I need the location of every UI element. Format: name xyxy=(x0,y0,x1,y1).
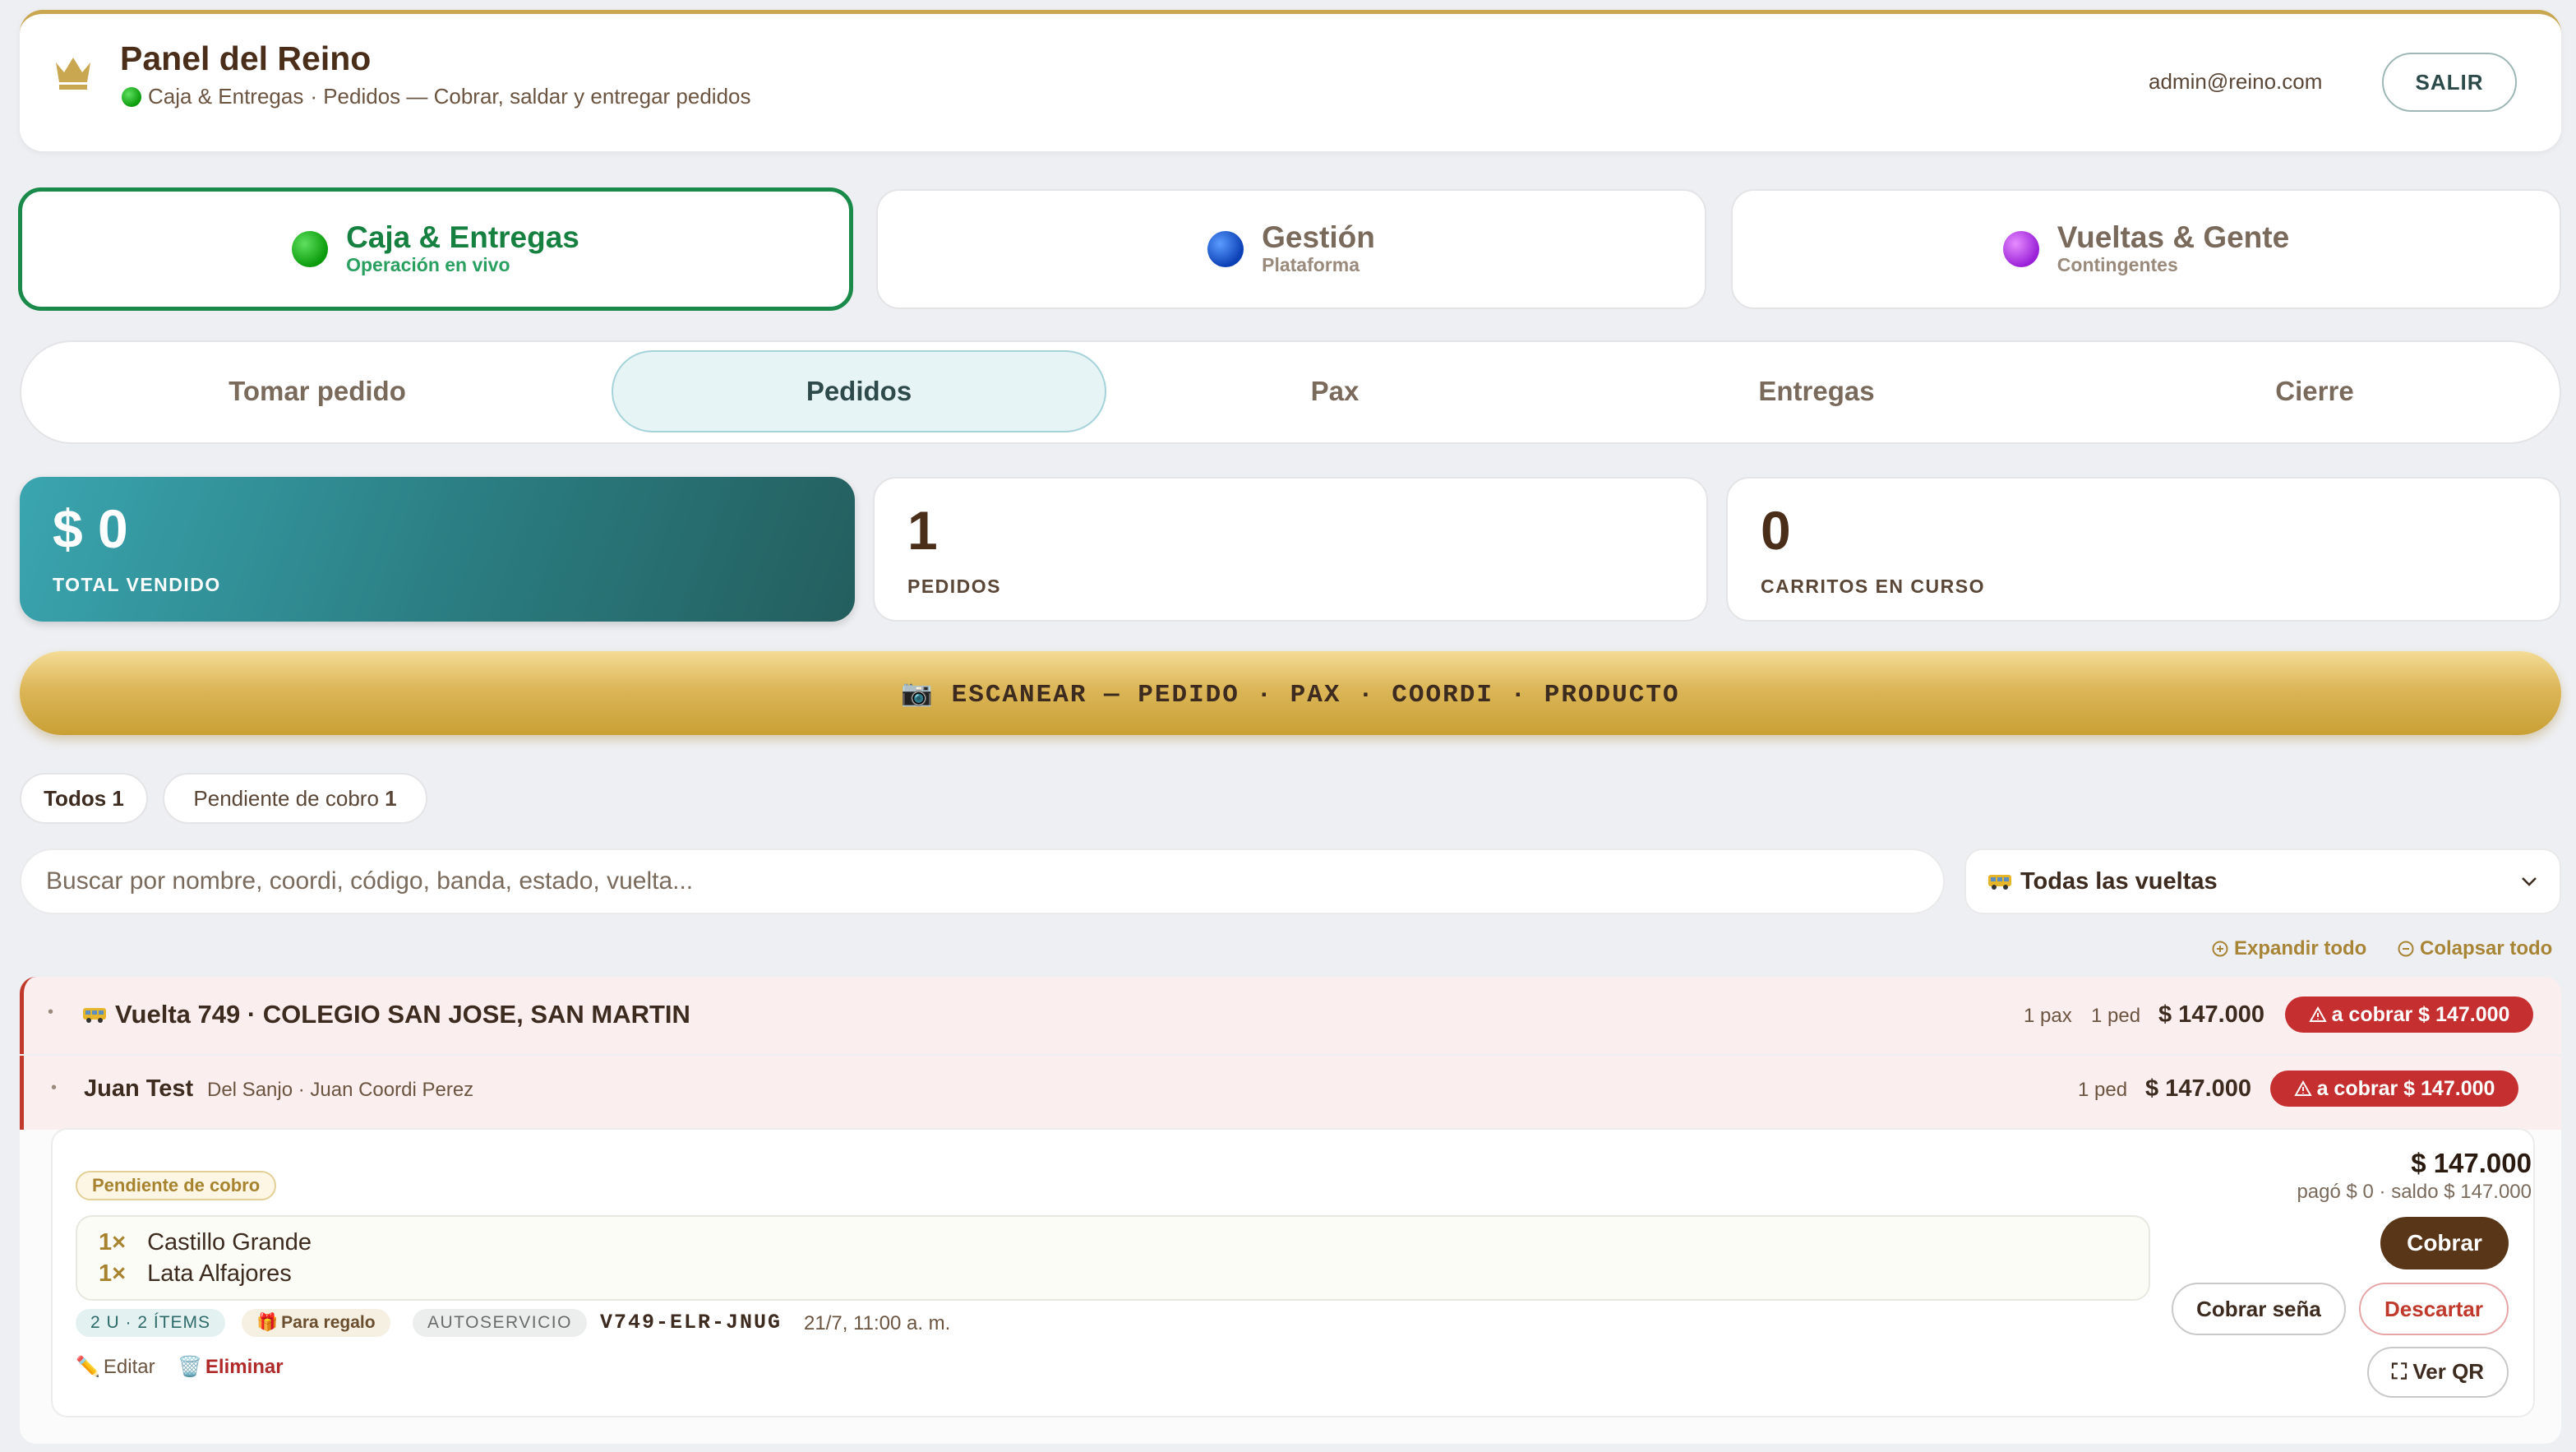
tab-entregas[interactable]: Entregas xyxy=(1570,350,2063,432)
edit-label: Editar xyxy=(103,1355,155,1378)
person-amount: $ 147.000 xyxy=(2145,1075,2252,1102)
module-title: Gestión xyxy=(1262,220,1375,255)
blue-circle-icon xyxy=(1207,231,1244,267)
trip-title: Vuelta 749 · COLEGIO SAN JOSE, SAN MARTI… xyxy=(115,1000,690,1029)
stat-total-sold: $ 0 TOTAL VENDIDO xyxy=(20,477,855,622)
collapse-all-label: Colapsar todo xyxy=(2420,937,2553,960)
stat-carts: 0 CARRITOS EN CURSO xyxy=(1726,477,2561,622)
warning-icon xyxy=(2293,1080,2312,1096)
due-badge-label: a cobrar $ 147.000 xyxy=(2316,1076,2495,1100)
trip-select-value: Todas las vueltas xyxy=(2020,867,2218,895)
crown-icon xyxy=(56,58,90,90)
chip-label: Todos xyxy=(44,785,107,811)
warning-icon xyxy=(2308,1006,2327,1022)
collapse-toggle-icon[interactable]: • xyxy=(48,1003,53,1022)
stat-label: PEDIDOS xyxy=(907,576,1002,597)
bus-icon xyxy=(1988,875,2011,890)
expand-all-label: Expandir todo xyxy=(2234,937,2367,960)
pencil-icon: ✏️ xyxy=(76,1356,100,1378)
stat-value: 0 xyxy=(1761,500,1791,561)
tab-tomar-pedido[interactable]: Tomar pedido xyxy=(71,350,564,432)
charge-deposit-button[interactable]: Cobrar seña xyxy=(2172,1283,2346,1335)
user-email: admin@reino.com xyxy=(2149,69,2323,94)
person-due-badge: a cobrar $ 147.000 xyxy=(2270,1071,2518,1107)
app-subtitle: Caja & Entregas · Pedidos — Cobrar, sald… xyxy=(122,84,751,109)
tab-pax[interactable]: Pax xyxy=(1088,350,1581,432)
delete-link[interactable]: 🗑️ Eliminar xyxy=(178,1355,284,1379)
search-input[interactable] xyxy=(20,849,1945,914)
stat-value: 1 xyxy=(907,500,938,561)
minus-circle-icon xyxy=(2398,941,2414,957)
list-item: 1× Castillo Grande xyxy=(99,1227,2127,1258)
module-title: Vueltas & Gente xyxy=(2057,220,2290,255)
order-amount: $ 147.000 xyxy=(2411,1148,2532,1178)
order-paid-info: pagó $ 0 · saldo $ 147.000 xyxy=(2297,1181,2532,1203)
trip-order-count: 1 ped xyxy=(2091,1005,2141,1027)
qr-scan-icon: ⛶ xyxy=(2391,1359,2407,1384)
person-meta: Del Sanjo · Juan Coordi Perez xyxy=(207,1079,474,1101)
module-subtitle: Contingentes xyxy=(2057,253,2178,275)
plus-circle-icon xyxy=(2212,941,2228,957)
chip-count: 1 xyxy=(385,785,397,811)
tab-cierre[interactable]: Cierre xyxy=(2068,350,2561,432)
app-title: Panel del Reino xyxy=(120,39,372,77)
edit-link[interactable]: ✏️ Editar xyxy=(76,1355,155,1379)
person-name: Juan Test xyxy=(84,1075,194,1102)
purple-circle-icon xyxy=(2002,231,2039,267)
order-code: V749-ELR-JNUG xyxy=(600,1311,782,1334)
expand-all-link[interactable]: Expandir todo xyxy=(2211,937,2366,960)
filter-pending-chip[interactable]: Pendiente de cobro 1 xyxy=(163,773,427,824)
chevron-down-icon xyxy=(2522,877,2537,886)
stat-label: CARRITOS EN CURSO xyxy=(1761,576,1985,597)
item-qty: 1× xyxy=(99,1260,127,1287)
module-caja-entregas[interactable]: Caja & Entregas Operación en vivo xyxy=(18,187,853,311)
trash-icon: 🗑️ xyxy=(178,1356,202,1378)
gift-tag-label: Para regalo xyxy=(281,1313,376,1332)
module-subtitle: Plataforma xyxy=(1262,253,1360,275)
trip-amount: $ 147.000 xyxy=(2158,1001,2265,1028)
chip-label: Pendiente de cobro xyxy=(193,785,379,811)
trip-select[interactable]: Todas las vueltas xyxy=(1964,849,2561,914)
view-qr-button[interactable]: ⛶ Ver QR xyxy=(2367,1347,2509,1398)
item-name: Lata Alfajores xyxy=(147,1260,292,1287)
tab-pedidos[interactable]: Pedidos xyxy=(612,350,1106,432)
module-name: Caja & Entregas xyxy=(148,84,304,109)
charge-button[interactable]: Cobrar xyxy=(2380,1217,2509,1269)
subtitle-text: · Pedidos — Cobrar, saldar y entregar pe… xyxy=(310,84,751,109)
logout-button[interactable]: SALIR xyxy=(2382,53,2517,112)
green-circle-icon xyxy=(292,231,329,267)
bus-icon xyxy=(83,1008,106,1023)
delete-label: Eliminar xyxy=(205,1355,284,1378)
order-date: 21/7, 11:00 a. m. xyxy=(804,1312,951,1334)
scan-button[interactable]: 📷 ESCANEAR — PEDIDO · PAX · COORDI · PRO… xyxy=(20,651,2561,735)
view-qr-label: Ver QR xyxy=(2412,1359,2485,1384)
units-tag: 2 U · 2 ÍTEMS xyxy=(76,1309,226,1337)
green-circle-icon xyxy=(122,86,141,107)
order-items: 1× Castillo Grande 1× Lata Alfajores xyxy=(76,1215,2150,1301)
item-qty: 1× xyxy=(99,1229,127,1255)
filter-all-chip[interactable]: Todos 1 xyxy=(20,773,148,824)
status-badge: Pendiente de cobro xyxy=(76,1171,277,1200)
discard-button[interactable]: Descartar xyxy=(2359,1283,2509,1335)
stat-value: $ 0 xyxy=(53,498,128,559)
gift-icon: 🎁 xyxy=(256,1313,279,1332)
trip-due-badge: a cobrar $ 147.000 xyxy=(2285,997,2533,1033)
module-gestion[interactable]: Gestión Plataforma xyxy=(876,189,1706,309)
self-service-tag: AUTOSERVICIO xyxy=(413,1309,587,1337)
collapse-all-link[interactable]: Colapsar todo xyxy=(2397,937,2552,960)
stat-label: TOTAL VENDIDO xyxy=(53,574,221,595)
trip-pax-count: 1 pax xyxy=(2024,1005,2072,1027)
due-badge-label: a cobrar $ 147.000 xyxy=(2331,1002,2510,1026)
chip-count: 1 xyxy=(112,785,124,811)
list-item: 1× Lata Alfajores xyxy=(99,1258,2127,1289)
gift-tag: 🎁 Para regalo xyxy=(242,1309,390,1337)
module-title: Caja & Entregas xyxy=(346,220,579,255)
item-name: Castillo Grande xyxy=(147,1229,312,1255)
module-subtitle: Operación en vivo xyxy=(346,253,510,275)
collapse-toggle-icon[interactable]: • xyxy=(51,1079,57,1098)
stat-orders: 1 PEDIDOS xyxy=(873,477,1708,622)
person-order-count: 1 ped xyxy=(2078,1079,2128,1101)
trip-group-title: Vuelta 749 · COLEGIO SAN JOSE, SAN MARTI… xyxy=(82,1000,690,1029)
module-vueltas-gente[interactable]: Vueltas & Gente Contingentes xyxy=(1731,189,2561,309)
